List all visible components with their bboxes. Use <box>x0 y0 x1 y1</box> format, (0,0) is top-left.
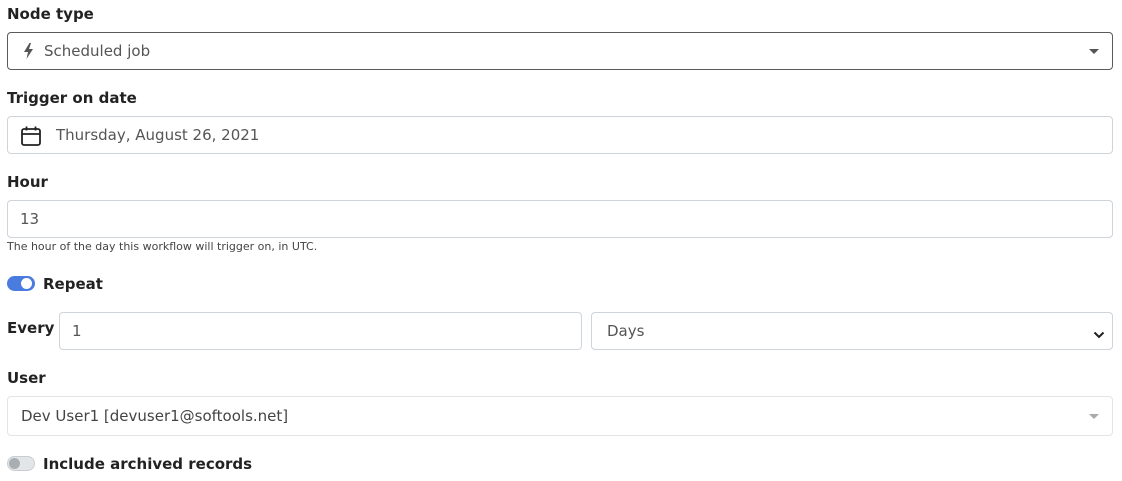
node-type-select[interactable]: Scheduled job <box>7 32 1113 70</box>
trigger-date-label: Trigger on date <box>7 89 137 107</box>
user-select[interactable]: Dev User1 [devuser1@softools.net] <box>7 396 1113 436</box>
calendar-icon <box>20 125 42 147</box>
user-label: User <box>7 369 46 387</box>
chevron-down-icon <box>1089 414 1099 419</box>
node-type-label: Node type <box>7 5 94 23</box>
trigger-date-value: Thursday, August 26, 2021 <box>56 126 260 144</box>
include-archived-label: Include archived records <box>43 455 253 473</box>
every-input[interactable]: 1 <box>59 312 582 350</box>
hour-value: 13 <box>20 210 40 228</box>
every-unit-select[interactable]: Days <box>591 312 1113 350</box>
node-type-value: Scheduled job <box>44 42 151 60</box>
every-unit-value: Days <box>607 322 645 340</box>
hour-label: Hour <box>7 173 48 191</box>
repeat-toggle[interactable] <box>7 276 35 291</box>
trigger-date-input[interactable]: Thursday, August 26, 2021 <box>7 116 1113 154</box>
hour-input[interactable]: 13 <box>7 200 1113 238</box>
toggle-knob <box>21 278 32 289</box>
user-value: Dev User1 [devuser1@softools.net] <box>21 407 289 425</box>
repeat-label: Repeat <box>43 275 103 293</box>
bolt-icon <box>23 43 34 59</box>
include-archived-toggle[interactable] <box>7 456 35 471</box>
toggle-knob <box>9 458 20 469</box>
every-label: Every <box>7 319 55 337</box>
chevron-down-icon <box>1093 326 1105 339</box>
hour-help-text: The hour of the day this workflow will t… <box>7 240 318 253</box>
every-value: 1 <box>72 322 82 340</box>
chevron-down-icon <box>1089 49 1099 54</box>
